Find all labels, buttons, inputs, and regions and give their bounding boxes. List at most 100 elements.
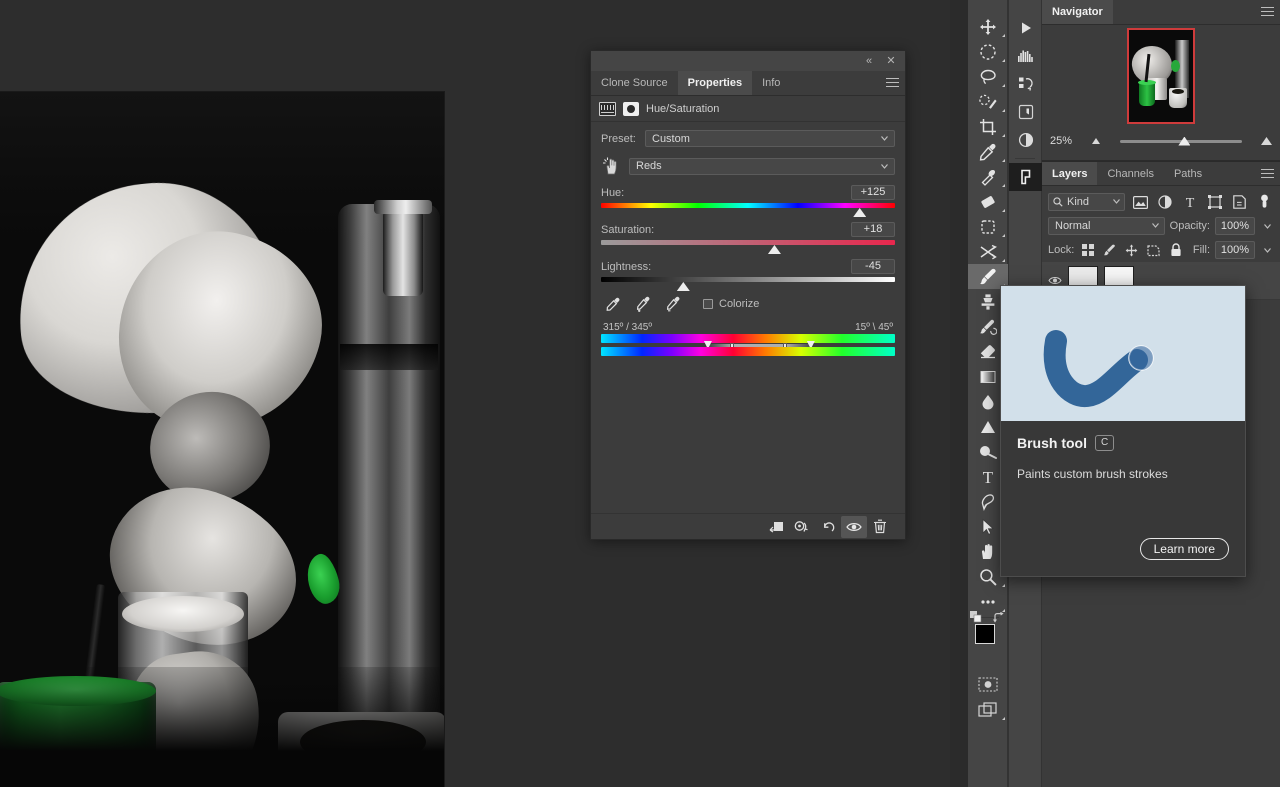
eyedropper-tool[interactable] xyxy=(968,139,1008,164)
tab-properties[interactable]: Properties xyxy=(678,71,752,95)
fill-label: Fill: xyxy=(1193,244,1210,256)
hue-slider-track[interactable] xyxy=(601,203,895,208)
close-icon[interactable]: ✕ xyxy=(883,53,899,69)
clip-to-layer-icon[interactable] xyxy=(763,516,789,538)
adjustment-layer-icon[interactable] xyxy=(599,102,616,116)
saturation-value[interactable]: +18 xyxy=(851,222,895,237)
crop-tool[interactable] xyxy=(968,114,1008,139)
patch-tool[interactable] xyxy=(968,189,1008,214)
preset-value: Custom xyxy=(652,133,690,145)
actions-play-icon[interactable] xyxy=(1009,14,1043,42)
tab-layers[interactable]: Layers xyxy=(1042,162,1097,185)
lock-image-icon[interactable] xyxy=(1101,241,1118,259)
collapse-icon[interactable]: « xyxy=(861,53,877,69)
tab-info[interactable]: Info xyxy=(752,71,790,95)
delete-adjustment-icon[interactable] xyxy=(867,516,893,538)
properties-body: Preset: Custom Reds xyxy=(591,122,905,356)
adjustments-icon[interactable] xyxy=(1009,126,1043,154)
fill-chevron-down-icon[interactable] xyxy=(1260,241,1274,259)
shuffle-tool[interactable] xyxy=(968,239,1008,264)
fill-value[interactable]: 100% xyxy=(1215,241,1255,259)
layer-filter-kind-select[interactable]: Kind xyxy=(1048,193,1125,211)
tab-paths[interactable]: Paths xyxy=(1164,162,1212,185)
tab-navigator[interactable]: Navigator xyxy=(1042,0,1113,24)
type-filter-icon[interactable]: T xyxy=(1180,193,1200,211)
lightness-slider-group: Lightness: -45 xyxy=(601,259,895,282)
lightness-slider-track[interactable] xyxy=(601,277,895,282)
dock-divider xyxy=(1015,158,1035,159)
lock-artboard-icon[interactable] xyxy=(1145,241,1162,259)
lightness-value[interactable]: -45 xyxy=(851,259,895,274)
frame-tool[interactable] xyxy=(968,214,1008,239)
tab-channels[interactable]: Channels xyxy=(1097,162,1163,185)
move-tool[interactable] xyxy=(968,14,1008,39)
properties-footer xyxy=(591,513,905,539)
reset-icon[interactable] xyxy=(815,516,841,538)
view-previous-state-icon[interactable] xyxy=(789,516,815,538)
color-range-degrees: 315º / 345º 15º \ 45º xyxy=(603,322,893,333)
panel-menu-icon[interactable] xyxy=(1261,169,1274,178)
quick-mask-icon[interactable] xyxy=(968,672,1008,697)
colorize-label: Colorize xyxy=(719,298,759,310)
smart-object-filter-icon[interactable] xyxy=(1229,193,1249,211)
panel-menu-icon[interactable] xyxy=(1261,7,1274,16)
channel-select[interactable]: Reds xyxy=(629,158,895,175)
saturation-slider-track[interactable] xyxy=(601,240,895,245)
tooltip-shortcut-key: C xyxy=(1095,435,1114,451)
pixel-filter-icon[interactable] xyxy=(1130,193,1150,211)
screen-mode-icon[interactable] xyxy=(968,697,1008,722)
navigator-thumbnail[interactable] xyxy=(1129,30,1193,122)
swap-colors-icon[interactable] xyxy=(993,612,1005,624)
learn-more-button[interactable]: Learn more xyxy=(1140,538,1229,560)
search-icon xyxy=(1053,197,1063,207)
photo-image xyxy=(0,92,444,787)
filter-toggle-icon[interactable] xyxy=(1254,193,1274,211)
tooltip-title-row: Brush tool C xyxy=(1017,435,1229,451)
opacity-value[interactable]: 100% xyxy=(1215,217,1255,235)
colorize-checkbox[interactable]: Colorize xyxy=(703,298,759,310)
navigator-thumbnail-area[interactable] xyxy=(1042,25,1280,127)
eyedropper-subtract-icon[interactable] xyxy=(665,296,681,312)
hue-value[interactable]: +125 xyxy=(851,185,895,200)
panel-menu-icon[interactable] xyxy=(886,78,899,87)
history-icon[interactable] xyxy=(1009,70,1043,98)
marquee-tool[interactable] xyxy=(968,39,1008,64)
lightness-slider-thumb[interactable] xyxy=(677,282,690,291)
document-canvas[interactable] xyxy=(0,92,444,787)
tab-clone-source[interactable]: Clone Source xyxy=(591,71,678,95)
shape-filter-icon[interactable] xyxy=(1205,193,1225,211)
eyedropper-icon[interactable] xyxy=(605,296,621,312)
eyedropper-add-icon[interactable] xyxy=(635,296,651,312)
foreground-color-swatch[interactable] xyxy=(975,624,995,644)
layer-filter-row: Kind T xyxy=(1042,190,1280,214)
saturation-slider-thumb[interactable] xyxy=(768,245,781,254)
navigator-zoom-value[interactable]: 25% xyxy=(1050,135,1084,147)
lock-all-icon[interactable] xyxy=(1167,241,1184,259)
preset-select[interactable]: Custom xyxy=(645,130,895,147)
zoom-in-icon[interactable] xyxy=(1261,137,1272,145)
lock-position-icon[interactable] xyxy=(1123,241,1140,259)
hue-slider-thumb[interactable] xyxy=(853,208,866,217)
navigator-zoom-slider[interactable] xyxy=(1092,133,1272,149)
zoom-out-icon[interactable] xyxy=(1092,138,1100,144)
properties-icon[interactable] xyxy=(1009,163,1043,191)
histogram-icon[interactable] xyxy=(1009,42,1043,70)
navigator-panel: Navigator 25% xyxy=(1042,0,1280,160)
chevron-down-icon xyxy=(1152,222,1159,229)
targeted-adjustment-icon[interactable] xyxy=(601,156,623,176)
opacity-chevron-down-icon[interactable] xyxy=(1260,217,1274,235)
toggle-visibility-icon[interactable] xyxy=(841,516,867,538)
adjustment-filter-icon[interactable] xyxy=(1155,193,1175,211)
layer-mask-icon[interactable] xyxy=(623,102,639,116)
properties-panel: « ✕ Clone Source Properties Info Hue/Sat… xyxy=(590,50,906,540)
lasso-tool[interactable] xyxy=(968,64,1008,89)
color-range-strip[interactable] xyxy=(601,334,895,356)
default-colors-icon[interactable] xyxy=(970,611,982,623)
adjustment-header: Hue/Saturation xyxy=(591,96,905,122)
color-range-spectrum-top xyxy=(601,334,895,343)
quick-selection-tool[interactable] xyxy=(968,89,1008,114)
lock-transparent-icon[interactable] xyxy=(1079,241,1096,259)
layer-comps-icon[interactable] xyxy=(1009,98,1043,126)
spot-healing-brush-tool[interactable] xyxy=(968,164,1008,189)
blend-mode-select[interactable]: Normal xyxy=(1048,217,1165,235)
